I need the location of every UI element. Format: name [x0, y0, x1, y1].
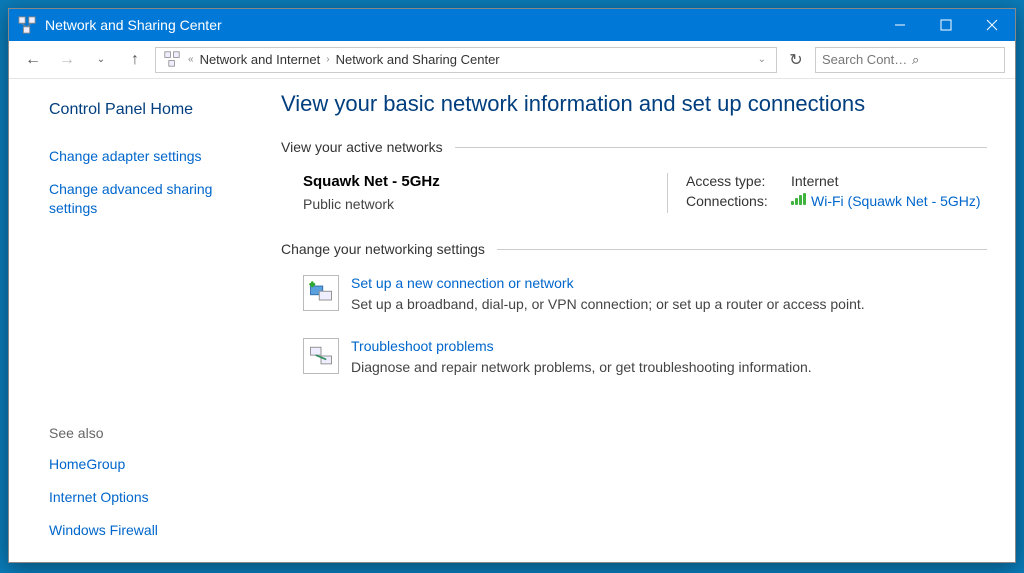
content: Control Panel Home Change adapter settin… [9, 79, 1015, 562]
setup-connection-icon [303, 275, 339, 311]
window-title: Network and Sharing Center [45, 17, 877, 33]
windows-firewall-link[interactable]: Windows Firewall [49, 521, 255, 540]
app-icon [17, 15, 37, 35]
homegroup-link[interactable]: HomeGroup [49, 455, 255, 474]
access-type-value: Internet [791, 173, 838, 189]
address-icon [164, 51, 182, 69]
sidebar: Control Panel Home Change adapter settin… [9, 79, 279, 562]
recent-dropdown[interactable]: ⌄ [87, 46, 115, 74]
active-network: Squawk Net - 5GHz Public network Access … [281, 173, 987, 213]
page-title: View your basic network information and … [281, 91, 987, 117]
troubleshoot-item: Troubleshoot problems Diagnose and repai… [281, 338, 987, 377]
active-networks-header: View your active networks [281, 139, 987, 155]
troubleshoot-icon [303, 338, 339, 374]
change-adapter-link[interactable]: Change adapter settings [49, 147, 255, 166]
connections-label: Connections: [686, 193, 791, 209]
search-icon: ⌕ [912, 52, 998, 68]
forward-button[interactable]: → [53, 46, 81, 74]
network-name: Squawk Net - 5GHz [303, 173, 667, 190]
connection-link[interactable]: Wi-Fi (Squawk Net - 5GHz) [811, 193, 981, 209]
setup-connection-link[interactable]: Set up a new connection or network [351, 275, 865, 291]
setup-connection-desc: Set up a broadband, dial-up, or VPN conn… [351, 295, 865, 314]
access-type-label: Access type: [686, 173, 791, 189]
change-advanced-link[interactable]: Change advanced sharing settings [49, 180, 255, 218]
breadcrumb-sep-icon: › [324, 54, 331, 65]
breadcrumb-chevron-icon[interactable]: « [186, 54, 196, 65]
see-also-label: See also [49, 425, 255, 441]
address-bar[interactable]: « Network and Internet › Network and Sha… [155, 47, 777, 73]
address-dropdown[interactable]: ⌄ [752, 54, 772, 65]
main-panel: View your basic network information and … [279, 79, 1015, 562]
close-button[interactable] [969, 9, 1015, 41]
minimize-button[interactable] [877, 9, 923, 41]
control-panel-home-link[interactable]: Control Panel Home [49, 101, 255, 119]
search-input[interactable]: Search Control Pa... ⌕ [815, 47, 1005, 73]
navbar: ← → ⌄ ↑ « Network and Internet › Network… [9, 41, 1015, 79]
wifi-signal-icon [791, 193, 807, 205]
search-placeholder: Search Control Pa... [822, 52, 908, 67]
window: Network and Sharing Center ← → ⌄ ↑ « Net… [8, 8, 1016, 563]
titlebar: Network and Sharing Center [9, 9, 1015, 41]
up-button[interactable]: ↑ [121, 46, 149, 74]
back-button[interactable]: ← [19, 46, 47, 74]
setup-connection-item: Set up a new connection or network Set u… [281, 275, 987, 314]
network-type: Public network [303, 196, 667, 212]
maximize-button[interactable] [923, 9, 969, 41]
troubleshoot-link[interactable]: Troubleshoot problems [351, 338, 812, 354]
refresh-button[interactable]: ↻ [783, 47, 809, 73]
internet-options-link[interactable]: Internet Options [49, 488, 255, 507]
change-settings-header: Change your networking settings [281, 241, 987, 257]
breadcrumb-network-internet[interactable]: Network and Internet [196, 52, 325, 67]
breadcrumb-network-sharing[interactable]: Network and Sharing Center [332, 52, 504, 67]
troubleshoot-desc: Diagnose and repair network problems, or… [351, 358, 812, 377]
